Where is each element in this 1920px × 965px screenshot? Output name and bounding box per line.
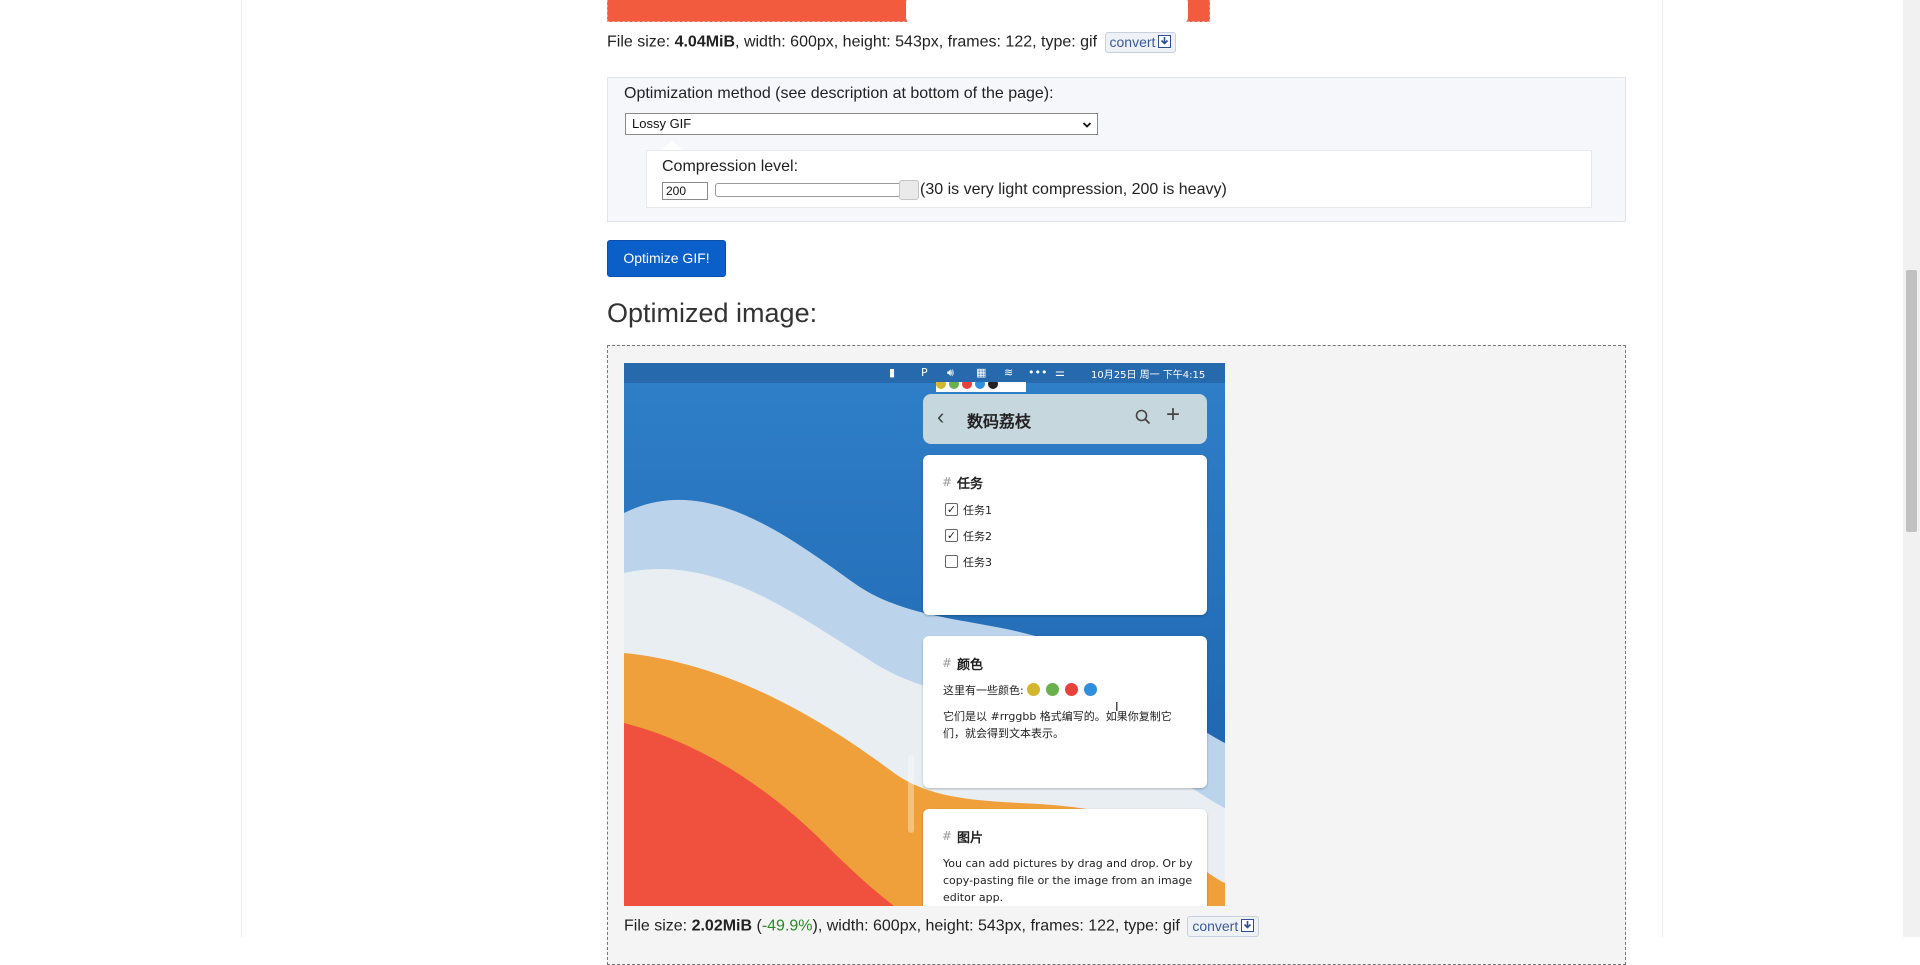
page-scrollbar-thumb[interactable] bbox=[1906, 270, 1917, 532]
colors-card: # 颜色 这里有一些颜色: 它们是以 #rrggbb 格式编写的。如果你复制它 … bbox=[923, 636, 1207, 788]
page-border-right bbox=[1662, 0, 1663, 937]
file-size-label: File size: bbox=[607, 33, 675, 51]
hash-icon: # bbox=[942, 829, 953, 843]
method-label: Optimization method (see description at … bbox=[624, 85, 1054, 102]
mac-menubar: ▮ P 🔊︎ ▦ ≋ ••• ⚌ 10月25日 周一 下午4:15 bbox=[624, 363, 1225, 383]
download-icon bbox=[1158, 35, 1172, 48]
images-card-title: 图片 bbox=[957, 831, 984, 846]
menubar-clock: 10月25日 周一 下午4:15 bbox=[1091, 370, 1206, 381]
wifi-icon: ≋ bbox=[1004, 366, 1014, 379]
compression-label: Compression level: bbox=[662, 158, 799, 175]
colors-card-title: 颜色 bbox=[957, 658, 984, 673]
size-reduction: -49.9% bbox=[761, 917, 813, 935]
optimize-gif-button[interactable]: Optimize GIF! bbox=[607, 240, 726, 277]
color-swatch[interactable] bbox=[1084, 683, 1097, 696]
optimized-gif-preview: ▮ P 🔊︎ ▦ ≋ ••• ⚌ 10月25日 周一 下午4:15 ‹ 数码荔枝… bbox=[624, 363, 1225, 906]
images-line-3: editor app. bbox=[943, 891, 1004, 904]
color-swatch[interactable] bbox=[1027, 683, 1040, 696]
text-cursor-icon: I bbox=[1115, 699, 1119, 714]
images-line-1: You can add pictures by drag and drop. O… bbox=[943, 857, 1193, 870]
colors-line-3: 们，就会得到文本表示。 bbox=[943, 727, 1064, 740]
search-icon[interactable] bbox=[1135, 409, 1151, 430]
task-label: 任务1 bbox=[963, 504, 992, 517]
hash-icon: # bbox=[942, 656, 953, 670]
convert-button[interactable]: convert bbox=[1104, 32, 1177, 53]
task-label: 任务3 bbox=[963, 556, 992, 569]
task-checkbox[interactable] bbox=[945, 555, 958, 568]
sidebar-icon: ▮ bbox=[889, 366, 896, 379]
colors-line-2: 它们是以 #rrggbb 格式编写的。如果你复制它 bbox=[943, 710, 1172, 723]
task-checkbox[interactable]: ✓ bbox=[945, 503, 958, 516]
subpanel-pointer bbox=[662, 140, 682, 150]
color-swatch[interactable] bbox=[1046, 683, 1059, 696]
add-icon[interactable]: + bbox=[1166, 403, 1180, 427]
download-icon bbox=[1241, 919, 1255, 932]
task-label: 任务2 bbox=[963, 530, 992, 543]
convert-label: convert bbox=[1192, 918, 1239, 934]
file-details: , width: 600px, height: 543px, frames: 1… bbox=[817, 917, 1180, 935]
file-size-value: 2.02MiB bbox=[691, 917, 753, 935]
compression-slider-thumb[interactable] bbox=[899, 180, 919, 200]
compression-level-input[interactable]: 200 bbox=[662, 182, 708, 200]
color-dots-strip bbox=[936, 382, 1026, 392]
method-selected: Lossy GIF bbox=[632, 116, 692, 131]
convert-button[interactable]: convert bbox=[1187, 916, 1260, 937]
compression-hint: (30 is very light compression, 200 is he… bbox=[920, 181, 1227, 198]
color-swatch[interactable] bbox=[1065, 683, 1078, 696]
app-title: 数码荔枝 bbox=[967, 412, 1032, 431]
images-line-2: copy-pasting file or the image from an i… bbox=[943, 874, 1193, 887]
compression-subpanel: Compression level: 200 (30 is very light… bbox=[646, 150, 1592, 208]
images-card: # 图片 You can add pictures by drag and dr… bbox=[923, 809, 1207, 906]
app-header: ‹ 数码荔枝 + bbox=[923, 394, 1207, 444]
optimization-options-panel: Optimization method (see description at … bbox=[607, 77, 1626, 222]
more-icon: ••• bbox=[1028, 366, 1048, 379]
control-center-icon: ⚌ bbox=[1055, 366, 1065, 379]
page-border-left bbox=[241, 0, 242, 937]
chevron-down-icon bbox=[1082, 118, 1092, 133]
tasks-card-title: 任务 bbox=[957, 477, 984, 492]
app-p-icon: P bbox=[921, 366, 928, 379]
original-gif-preview bbox=[607, 0, 1210, 25]
tasks-card: # 任务 ✓ 任务1 ✓ 任务2 任务3 bbox=[923, 455, 1207, 615]
task-checkbox[interactable]: ✓ bbox=[945, 529, 958, 542]
optimized-file-info: File size: 2.02MiB (-49.9%), width: 600p… bbox=[624, 916, 1260, 937]
volume-icon: 🔊︎ bbox=[947, 366, 954, 379]
method-select[interactable]: Lossy GIF bbox=[625, 113, 1098, 135]
grid-icon: ▦ bbox=[976, 366, 987, 379]
hash-icon: # bbox=[942, 475, 953, 489]
original-file-info: File size: 4.04MiB, width: 600px, height… bbox=[607, 32, 1177, 53]
file-size-value: 4.04MiB bbox=[674, 33, 736, 51]
compression-slider[interactable] bbox=[715, 183, 915, 197]
convert-label: convert bbox=[1109, 34, 1156, 50]
file-size-label: File size: bbox=[624, 917, 692, 935]
back-icon[interactable]: ‹ bbox=[937, 406, 944, 428]
preview-window-fragment bbox=[906, 0, 1188, 25]
file-details: , width: 600px, height: 543px, frames: 1… bbox=[735, 33, 1098, 51]
optimized-image-title: Optimized image: bbox=[607, 298, 818, 328]
colors-line-1: 这里有一些颜色: bbox=[943, 684, 1024, 697]
app-scroll-indicator bbox=[908, 755, 914, 833]
